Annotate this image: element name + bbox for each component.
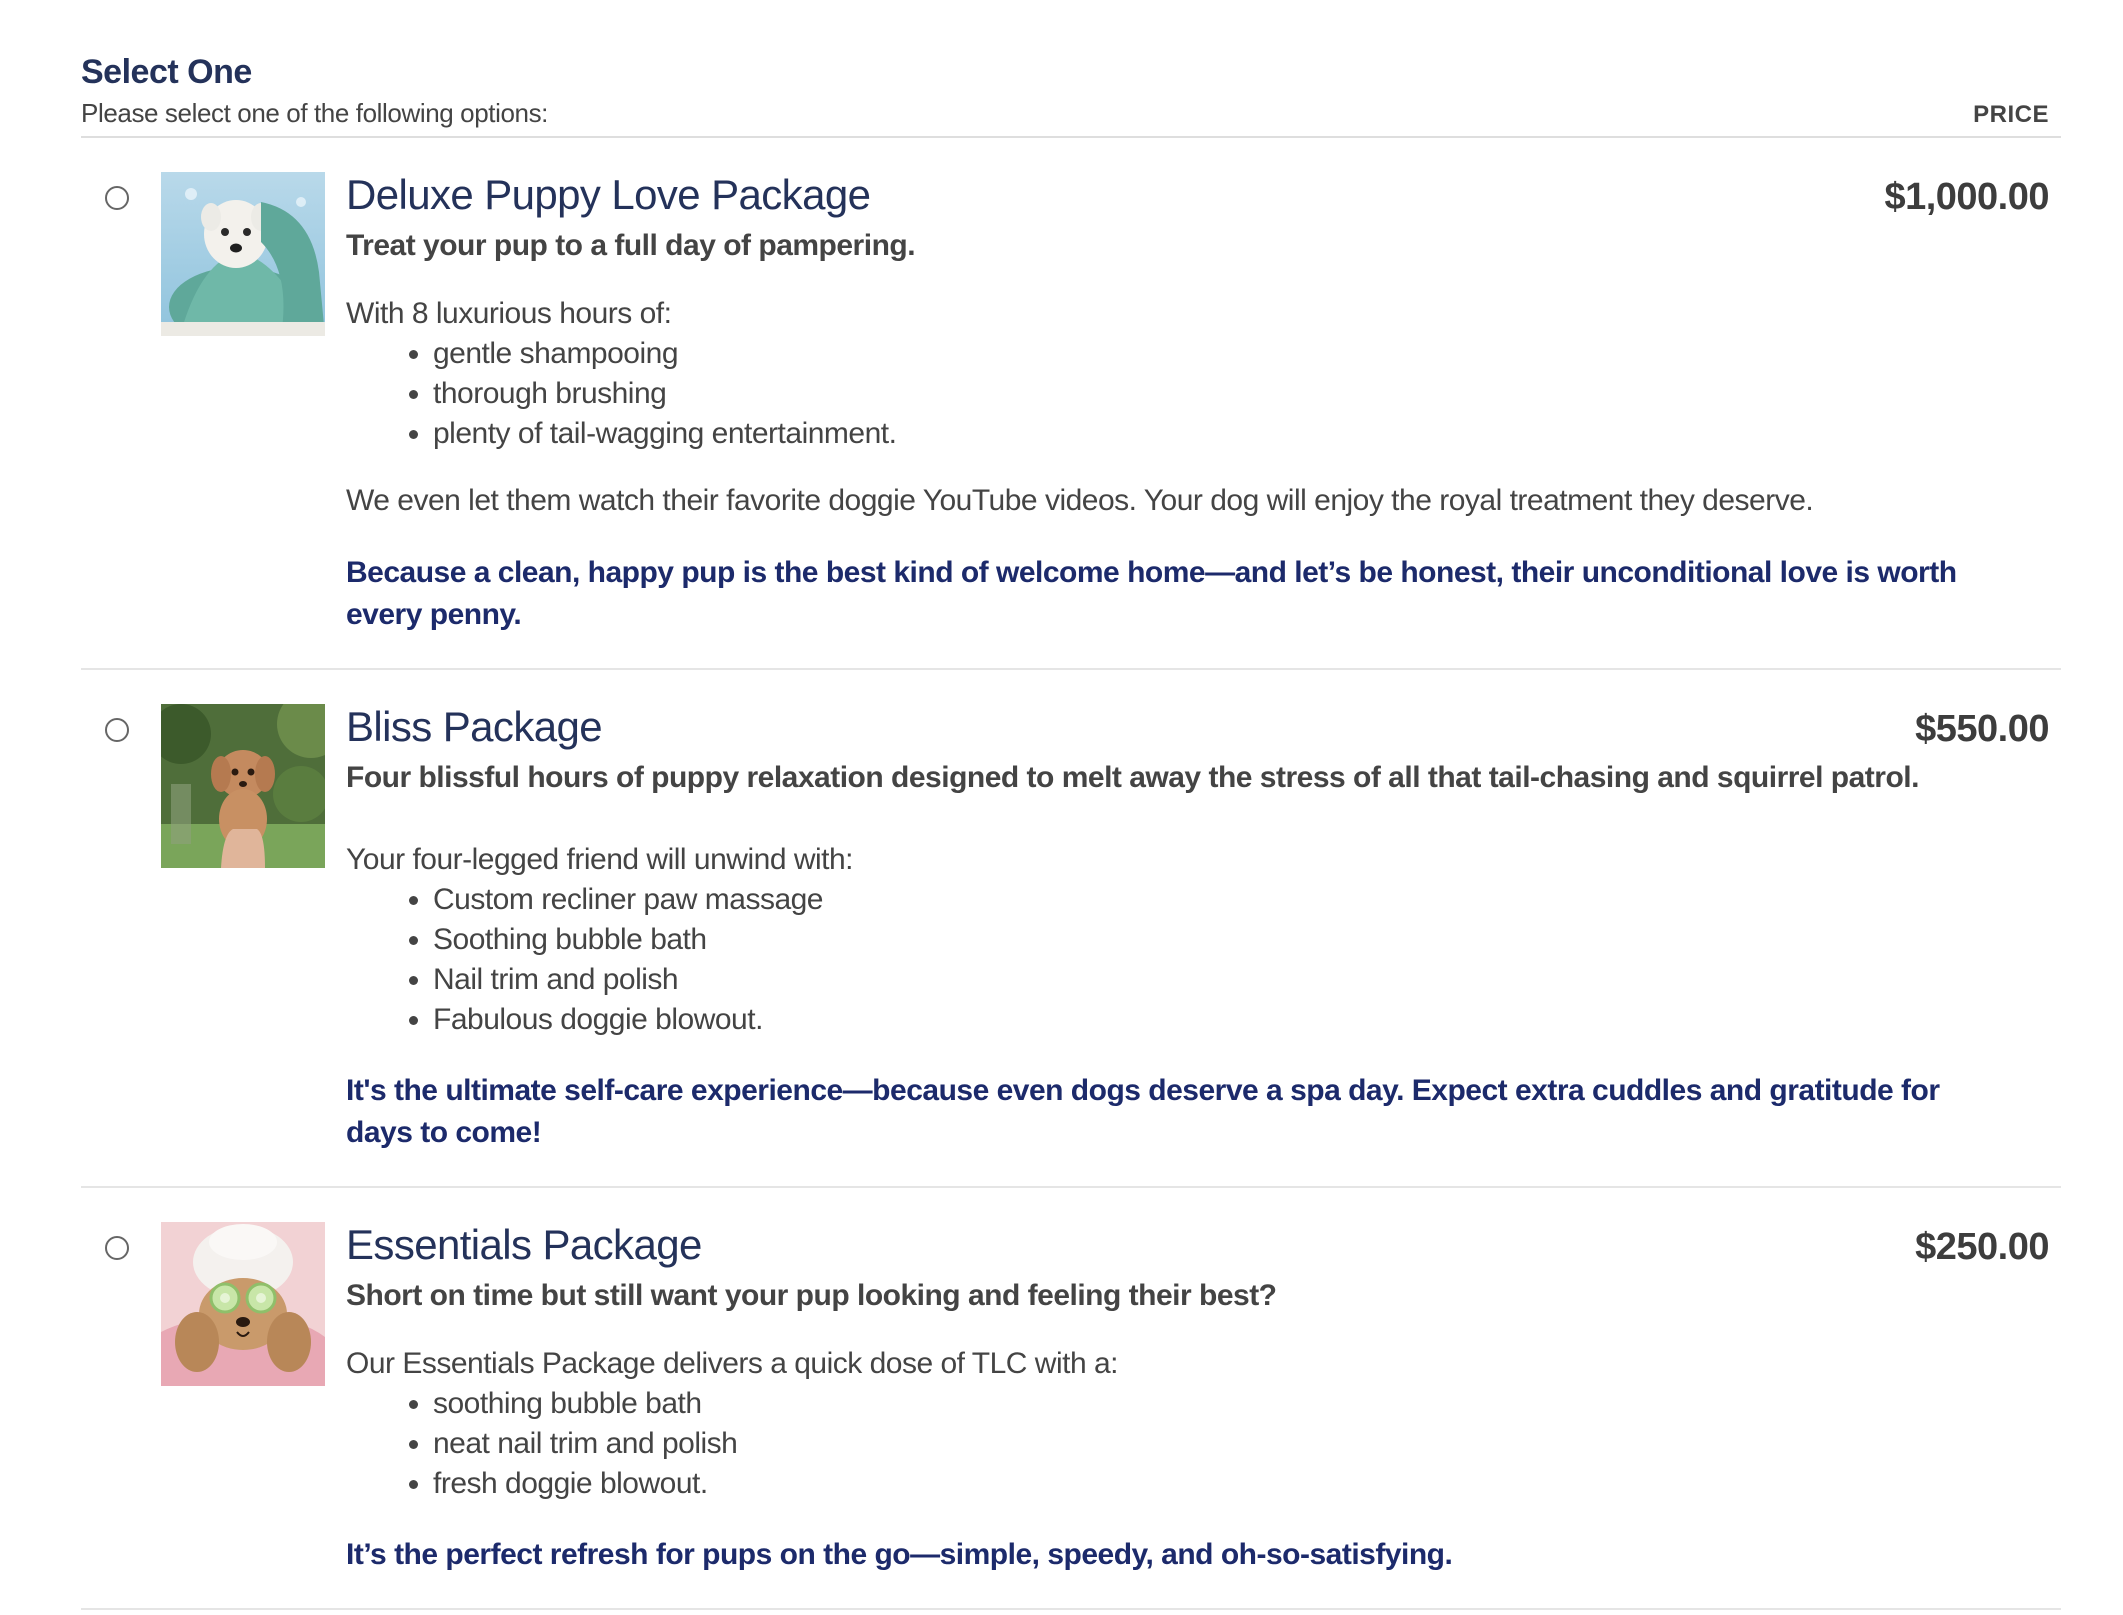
list-item: soothing bubble bath <box>433 1384 2049 1424</box>
package-selection: Select One Please select one of the foll… <box>81 48 2061 1610</box>
white-terrier-in-towel-image <box>161 172 325 336</box>
list-item: thorough brushing <box>433 374 2049 414</box>
package-price: $250.00 <box>1915 1226 2049 1268</box>
poodle-puppy-held-outdoors-image <box>161 704 325 868</box>
list-item: Nail trim and polish <box>433 960 2049 1000</box>
package-image-essentials <box>161 1222 325 1386</box>
package-closing: It's the ultimate self-care experience—b… <box>346 1074 1940 1149</box>
package-feature-list: soothing bubble bath neat nail trim and … <box>346 1384 2049 1504</box>
list-item: Custom recliner paw massage <box>433 880 2049 920</box>
package-feature-list: gentle shampooing thorough brushing plen… <box>346 334 2049 454</box>
package-price: $1,000.00 <box>1884 176 2049 218</box>
package-option-bliss[interactable]: Bliss Package $550.00 Four blissful hour… <box>81 670 2061 1188</box>
package-price: $550.00 <box>1915 708 2049 750</box>
radio-button-deluxe[interactable] <box>105 186 129 210</box>
package-closing: It’s the perfect refresh for pups on the… <box>346 1538 1453 1571</box>
package-tagline: Four blissful hours of puppy relaxation … <box>346 761 1919 794</box>
package-description: We even let them watch their favorite do… <box>346 484 1814 517</box>
section-subheader: Please select one of the following optio… <box>81 96 2061 138</box>
package-option-deluxe[interactable]: Deluxe Puppy Love Package $1,000.00 Trea… <box>81 138 2061 670</box>
list-item: neat nail trim and polish <box>433 1424 2049 1464</box>
list-item: Soothing bubble bath <box>433 920 2049 960</box>
package-image-bliss <box>161 704 325 868</box>
package-image-deluxe <box>161 172 325 336</box>
package-header-row: Essentials Package $250.00 <box>346 1220 2049 1272</box>
list-item: gentle shampooing <box>433 334 2049 374</box>
price-column-header: PRICE <box>1973 101 2049 128</box>
package-intro: With 8 luxurious hours of: <box>346 297 672 330</box>
package-title: Bliss Package <box>346 703 603 750</box>
package-header-row: Deluxe Puppy Love Package $1,000.00 <box>346 170 2049 222</box>
section-title: Select One <box>81 53 252 91</box>
list-item: Fabulous doggie blowout. <box>433 1000 2049 1040</box>
list-item: fresh doggie blowout. <box>433 1464 2049 1504</box>
package-header-row: Bliss Package $550.00 <box>346 702 2049 754</box>
package-intro: Your four-legged friend will unwind with… <box>346 843 854 876</box>
radio-button-essentials[interactable] <box>105 1236 129 1260</box>
package-closing: Because a clean, happy pup is the best k… <box>346 556 1957 631</box>
package-intro: Our Essentials Package delivers a quick … <box>346 1347 1119 1380</box>
package-tagline: Treat your pup to a full day of pamperin… <box>346 229 916 262</box>
package-title: Deluxe Puppy Love Package <box>346 171 871 218</box>
package-title: Essentials Package <box>346 1221 702 1268</box>
radio-button-bliss[interactable] <box>105 718 129 742</box>
list-item: plenty of tail-wagging entertainment. <box>433 414 2049 454</box>
instructions-text: Please select one of the following optio… <box>81 98 548 128</box>
package-feature-list: Custom recliner paw massage Soothing bub… <box>346 880 2049 1040</box>
package-tagline: Short on time but still want your pup lo… <box>346 1279 1277 1312</box>
package-option-essentials[interactable]: Essentials Package $250.00 Short on time… <box>81 1188 2061 1610</box>
dog-with-cucumber-eyes-image <box>161 1222 325 1386</box>
